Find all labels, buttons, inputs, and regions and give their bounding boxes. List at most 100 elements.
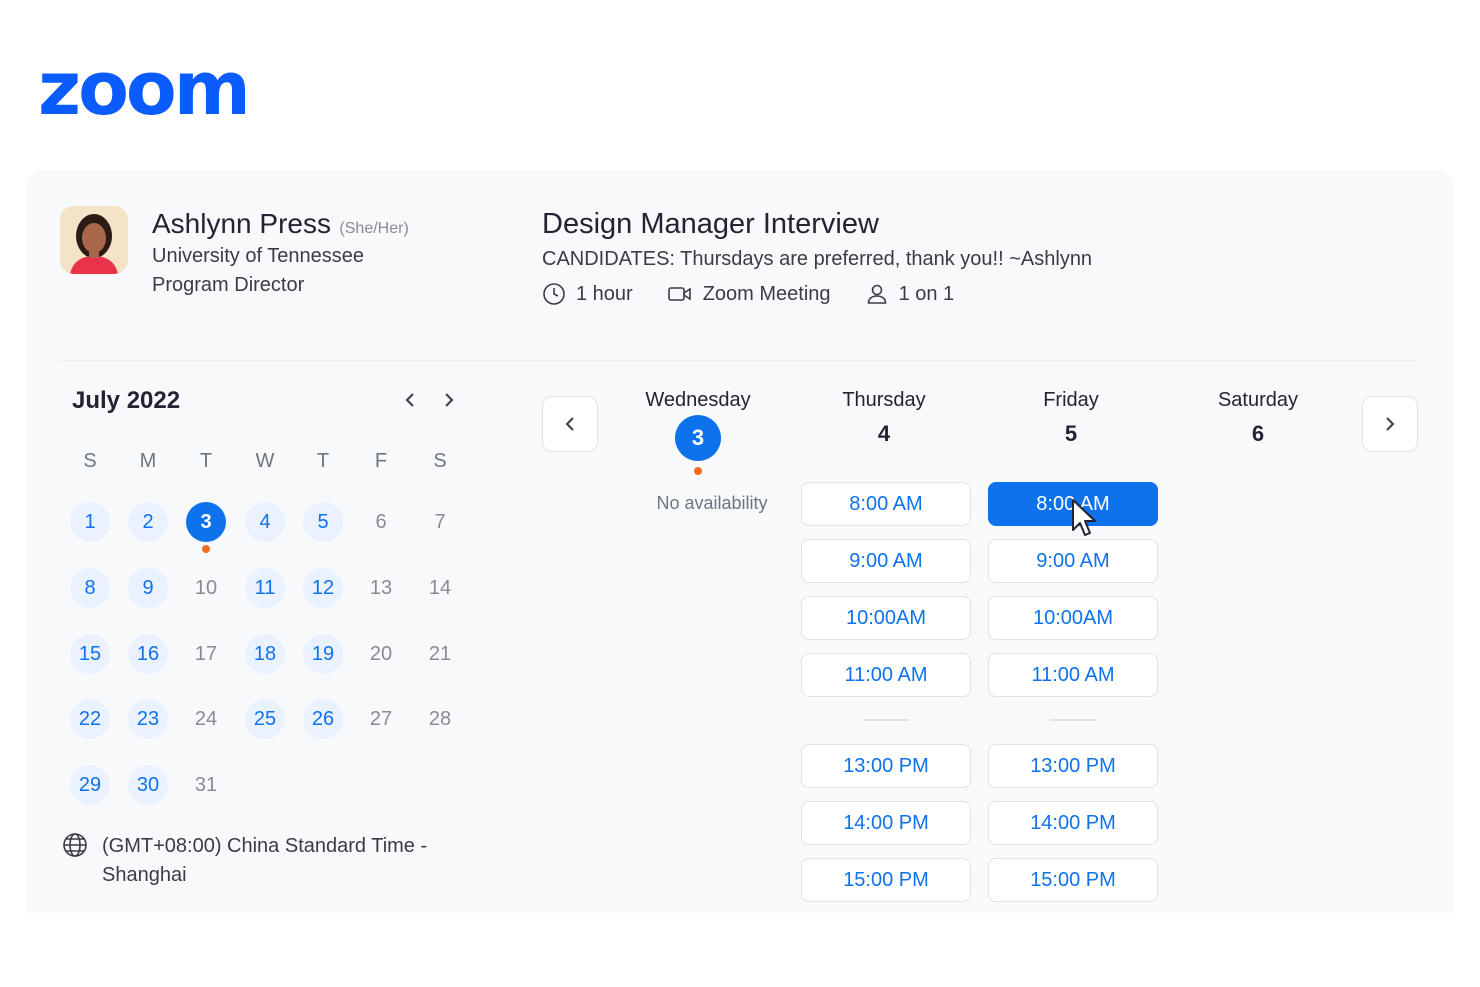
weekday-label: F: [374, 450, 388, 472]
event-dot: [694, 467, 702, 475]
day-column-header: Friday 5: [986, 387, 1156, 447]
calendar-day[interactable]: 29: [70, 765, 110, 805]
calendar-day[interactable]: 19: [303, 634, 343, 674]
video-camera-icon: [667, 287, 691, 301]
time-slot[interactable]: 13:00 PM: [801, 744, 971, 788]
day-name: Wednesday: [645, 389, 751, 411]
calendar-day[interactable]: 1: [70, 502, 110, 542]
weekday-label: M: [139, 450, 157, 472]
calendar-day: 20: [369, 642, 393, 665]
calendar-day: 14: [428, 576, 452, 599]
host-role: Program Director: [152, 274, 305, 296]
time-slot[interactable]: 9:00 AM: [988, 539, 1158, 583]
calendar-day[interactable]: 25: [245, 699, 285, 739]
timezone-selector[interactable]: (GMT+08:00) China Standard Time - Shangh…: [62, 832, 462, 890]
time-slot[interactable]: 10:00AM: [988, 596, 1158, 640]
event-dot: [202, 545, 210, 553]
day-number: 5: [1064, 421, 1078, 446]
no-availability-label: No availability: [656, 493, 768, 513]
day-number: 4: [877, 421, 891, 446]
day-column-header: Thursday 4: [799, 387, 969, 447]
calendar-day[interactable]: 30: [128, 765, 168, 805]
person-icon: [867, 284, 886, 304]
weekday-label: T: [199, 450, 213, 472]
break-separator: [863, 719, 909, 721]
time-slot[interactable]: 13:00 PM: [988, 744, 1158, 788]
calendar-day-selected[interactable]: 3: [186, 502, 226, 542]
prev-days-button[interactable]: [542, 396, 598, 452]
chevron-left-icon: [405, 393, 414, 407]
calendar-day[interactable]: 12: [303, 568, 343, 608]
chevron-right-icon: [445, 393, 454, 407]
weekday-label: S: [433, 450, 447, 472]
day-name: Friday: [1043, 389, 1099, 411]
time-slot[interactable]: 11:00 AM: [801, 653, 971, 697]
calendar-day[interactable]: 2: [128, 502, 168, 542]
calendar-day[interactable]: 5: [303, 502, 343, 542]
event-details: Design Manager Interview CANDIDATES: Thu…: [542, 206, 1092, 306]
zoom-logo: zoom: [38, 46, 251, 132]
prev-month-button[interactable]: [398, 390, 422, 416]
time-slot[interactable]: 10:00AM: [801, 596, 971, 640]
day-column-header: Saturday 6: [1173, 387, 1343, 447]
host-pronouns: (She/Her): [339, 220, 409, 237]
time-slot[interactable]: 8:00 AM: [801, 482, 971, 526]
globe-icon: [63, 833, 87, 857]
day-number-selected: 3: [675, 415, 721, 461]
weekday-label: S: [83, 450, 97, 472]
break-separator: [1050, 719, 1096, 721]
day-column-header: Wednesday 3: [613, 387, 783, 475]
event-title: Design Manager Interview: [542, 208, 879, 240]
calendar-day[interactable]: 8: [70, 568, 110, 608]
location-label: Zoom Meeting: [702, 282, 831, 305]
time-slot[interactable]: 11:00 AM: [988, 653, 1158, 697]
chevron-left-icon: [565, 417, 574, 431]
calendar-day[interactable]: 16: [128, 634, 168, 674]
calendar-day[interactable]: 15: [70, 634, 110, 674]
time-slot[interactable]: 14:00 PM: [801, 801, 971, 845]
calendar-day: 17: [194, 642, 218, 665]
type-label: 1 on 1: [898, 282, 955, 305]
calendar-day: 28: [428, 707, 452, 730]
time-slot[interactable]: 14:00 PM: [988, 801, 1158, 845]
day-name: Saturday: [1217, 389, 1299, 411]
timezone-label: (GMT+08:00) China Standard Time - Shangh…: [102, 835, 428, 886]
time-slot[interactable]: 9:00 AM: [801, 539, 971, 583]
calendar-day[interactable]: 4: [245, 502, 285, 542]
day-number: 6: [1251, 421, 1265, 446]
scheduler-card: Ashlynn Press (She/Her) University of Te…: [26, 170, 1454, 913]
time-slot[interactable]: 15:00 PM: [988, 858, 1158, 902]
month-label: July 2022: [72, 387, 181, 414]
calendar-day: 10: [194, 576, 218, 599]
host-organization: University of Tennessee: [152, 245, 364, 267]
mouse-cursor-icon: [1072, 499, 1096, 536]
calendar-day[interactable]: 22: [70, 699, 110, 739]
calendar-day: 7: [434, 510, 446, 533]
section-divider: [60, 360, 1416, 361]
next-month-button[interactable]: [437, 390, 461, 416]
calendar-day: 6: [375, 510, 387, 533]
calendar-day: 24: [194, 707, 218, 730]
calendar-day[interactable]: 18: [245, 634, 285, 674]
calendar-day: 31: [194, 773, 218, 796]
calendar-day[interactable]: 11: [245, 568, 285, 608]
calendar-day[interactable]: 23: [128, 699, 168, 739]
calendar-day[interactable]: 9: [128, 568, 168, 608]
host-avatar: [60, 206, 128, 274]
weekday-label: W: [255, 450, 275, 472]
event-type: 1 on 1: [865, 282, 955, 306]
event-description: CANDIDATES: Thursdays are preferred, tha…: [542, 248, 1093, 270]
day-name: Thursday: [842, 389, 926, 411]
event-location: Zoom Meeting: [667, 282, 831, 306]
calendar-day: 27: [369, 707, 393, 730]
chevron-right-icon: [1386, 417, 1395, 431]
calendar-day[interactable]: 26: [303, 699, 343, 739]
event-duration: 1 hour: [542, 282, 633, 306]
calendar-day: 13: [369, 576, 393, 599]
host-name: Ashlynn Press: [152, 208, 331, 239]
next-days-button[interactable]: [1362, 396, 1418, 452]
time-slot[interactable]: 15:00 PM: [801, 858, 971, 902]
weekday-label: T: [316, 450, 330, 472]
clock-icon: [543, 283, 565, 305]
host-profile: Ashlynn Press (She/Her) University of Te…: [60, 206, 409, 300]
